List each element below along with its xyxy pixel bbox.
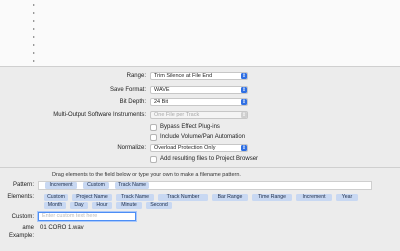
normalize-label: Normalize: [117,145,146,151]
save-format-label: Save Format: [109,87,146,93]
disclosure-triangle-icon[interactable] [33,12,35,14]
normalize-popup[interactable]: Overload Protection Only ⇕ [150,144,248,152]
multi-output-popup: One File per Track ⇕ [150,111,248,119]
range-label: Range: [126,73,146,79]
volpan-label: Include Volume/Pan Automation [160,134,246,140]
pattern-token[interactable]: Track Name [115,182,149,189]
disclosure-triangle-icon[interactable] [33,4,35,6]
element-token[interactable]: Track Name [116,194,154,201]
disclosure-triangle-icon[interactable] [33,28,35,30]
bypass-label: Bypass Effect Plug-ins [160,124,220,130]
normalize-value: Overload Protection Only [154,145,216,151]
pattern-token[interactable]: Increment [45,182,77,189]
pattern-field[interactable]: Increment Custom Track Name [38,181,372,190]
divider [0,66,400,67]
element-token[interactable]: Project Name [72,194,112,201]
elements-label: Elements: [7,194,34,200]
custom-label: Custom: [11,214,34,220]
disclosure-triangle-icon[interactable] [33,60,35,62]
track-list [0,0,400,66]
disclosure-triangle-icon[interactable] [33,20,35,22]
example-label: ame Example: [8,225,34,239]
pattern-hint: Drag elements to the field below or type… [52,172,241,178]
element-token[interactable]: Custom [44,194,68,201]
element-token[interactable]: Bar Range [212,194,248,201]
save-format-value: WAVE [154,87,170,93]
range-popup[interactable]: Trim Silence at File End ⇕ [150,72,248,80]
disclosure-triangle-icon[interactable] [33,52,35,54]
divider [0,167,400,168]
pattern-token[interactable]: Custom [83,182,109,189]
disclosure-triangle-icon[interactable] [33,36,35,38]
chevron-updown-icon: ⇕ [241,87,247,93]
bypass-checkbox[interactable] [150,124,157,131]
disclosure-triangle-icon[interactable] [33,44,35,46]
element-token[interactable]: Day [70,202,88,209]
element-token[interactable]: Second [146,202,172,209]
element-token[interactable]: Track Number [158,194,208,201]
bit-depth-label: Bit Depth: [119,99,146,105]
chevron-updown-icon: ⇕ [241,73,247,79]
add-browser-checkbox[interactable] [150,156,157,163]
element-token[interactable]: Minute [116,202,142,209]
example-value: 01 CORO 1.wav [40,225,84,231]
bit-depth-popup[interactable]: 24 Bit ⇕ [150,98,248,106]
element-token[interactable]: Year [336,194,358,201]
element-token[interactable]: Month [44,202,66,209]
custom-text-input[interactable]: Enter custom text here [38,212,136,221]
chevron-updown-icon: ⇕ [241,145,247,151]
element-token[interactable]: Time Range [252,194,292,201]
range-value: Trim Silence at File End [154,73,213,79]
chevron-updown-icon: ⇕ [241,112,247,118]
pattern-label: Pattern: [12,182,34,188]
multi-output-value: One File per Track [154,112,200,118]
add-browser-label: Add resulting files to Project Browser [160,156,259,162]
chevron-updown-icon: ⇕ [241,99,247,105]
element-token[interactable]: Hour [92,202,112,209]
bit-depth-value: 24 Bit [154,99,169,105]
multi-output-label: Multi-Output Software Instruments: [53,112,146,118]
volpan-checkbox[interactable] [150,134,157,141]
save-format-popup[interactable]: WAVE ⇕ [150,86,248,94]
element-token[interactable]: Increment [296,194,332,201]
